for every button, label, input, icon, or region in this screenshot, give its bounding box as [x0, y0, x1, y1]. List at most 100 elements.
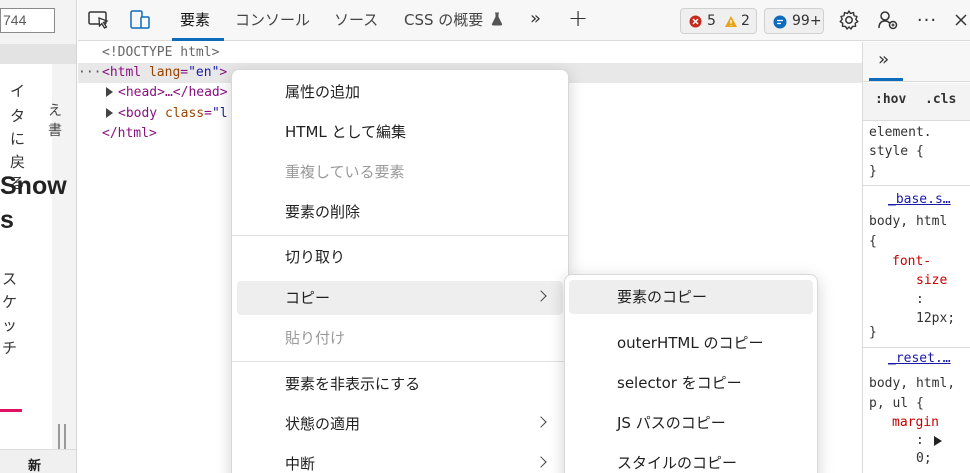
warning-count: 2: [741, 13, 750, 29]
hover-state-button[interactable]: :hov: [875, 92, 906, 107]
viewport-width-input[interactable]: 744: [0, 8, 55, 33]
page-text-char: 書: [48, 123, 62, 139]
rule-selector: body, html: [869, 214, 948, 229]
element-style-selector: style {: [869, 144, 924, 159]
rule-separator: [863, 347, 970, 348]
dom-node-html[interactable]: <html lang="en">: [102, 63, 227, 83]
submenu-item-copy-js-path[interactable]: JS パスのコピー: [569, 406, 813, 440]
message-icon: [773, 15, 787, 29]
dom-node-head[interactable]: <head>…</head>: [106, 83, 228, 103]
rule-open-brace: {: [869, 234, 877, 249]
page-text-char: え: [48, 103, 62, 119]
page-text-char: に: [10, 130, 26, 148]
page-header-band: [0, 44, 76, 64]
chevron-right-icon: [535, 290, 547, 302]
devtools-toolbar: 要素 コンソール ソース CSS の概要 » + 5 2 99+ ···: [78, 0, 970, 41]
chevron-right-icon: [535, 416, 547, 428]
styles-tabbar: »: [863, 42, 970, 82]
copy-submenu: 要素のコピー outerHTML のコピー selector をコピー JS パ…: [564, 274, 818, 473]
submenu-item-copy-selector[interactable]: selector をコピー: [569, 366, 813, 400]
submenu-item-copy-element[interactable]: 要素のコピー: [569, 280, 813, 314]
page-headline: s: [0, 206, 14, 234]
menu-item-force-state[interactable]: 状態の適用: [237, 407, 563, 441]
warning-icon: [725, 16, 737, 27]
stylesheet-link[interactable]: _base.s…: [888, 192, 951, 207]
menu-item-add-attribute[interactable]: 属性の追加: [237, 75, 563, 109]
css-property[interactable]: size: [916, 271, 947, 291]
connected-people-icon[interactable]: [876, 8, 900, 32]
submenu-item-copy-outerhtml[interactable]: outerHTML のコピー: [569, 326, 813, 360]
tab-console[interactable]: コンソール: [235, 0, 310, 41]
page-text-char: イ: [10, 82, 26, 100]
expand-triangle-icon[interactable]: [106, 87, 113, 97]
css-value[interactable]: 0;: [916, 449, 932, 469]
menu-separator: [232, 361, 568, 362]
add-tab-icon[interactable]: +: [568, 4, 588, 32]
page-text-char: ケ: [2, 293, 18, 311]
messages-counter[interactable]: 99+: [764, 8, 824, 34]
menu-item-copy-label: コピー: [285, 289, 331, 307]
rule-selector: p, ul {: [869, 396, 924, 411]
menu-item-break-on[interactable]: 中断: [237, 447, 563, 473]
element-style-close: }: [869, 164, 877, 179]
expand-triangle-icon[interactable]: [933, 436, 943, 446]
menu-item-delete-element[interactable]: 要素の削除: [237, 195, 563, 229]
styles-pane: » :hov .cls element. style { } _base.s… …: [862, 42, 970, 473]
styles-filter-bar: :hov .cls: [863, 83, 970, 121]
more-options-icon[interactable]: ···: [915, 8, 939, 32]
class-toggle-button[interactable]: .cls: [925, 92, 956, 107]
tab-elements[interactable]: 要素: [180, 0, 210, 41]
rule-separator: [863, 185, 970, 186]
tab-css-overview[interactable]: CSS の概要: [404, 0, 503, 41]
menu-item-copy[interactable]: コピー: [237, 281, 563, 315]
page-text-char: ス: [2, 270, 18, 288]
tab-css-overview-label: CSS の概要: [404, 11, 484, 29]
dom-node-html-close[interactable]: </html>: [102, 124, 157, 144]
css-colon: :: [916, 433, 924, 448]
web-page-viewport: 744 イ タ に 戻 る え 書 Snow s ス ケ ッ チ 新: [0, 0, 77, 473]
expand-triangle-icon[interactable]: [106, 108, 113, 118]
page-text-char: 戻: [10, 153, 26, 171]
tab-sources[interactable]: ソース: [334, 0, 378, 41]
page-footer-label: 新: [28, 459, 42, 473]
more-panes-icon[interactable]: »: [878, 49, 889, 70]
active-tab-indicator: [172, 38, 224, 41]
dom-doctype[interactable]: <!DOCTYPE html>: [102, 43, 219, 63]
rule-selector: body, html,: [869, 376, 956, 391]
accent-underline: [0, 409, 22, 412]
active-pane-indicator: [869, 78, 903, 81]
node-actions-dots[interactable]: ···: [78, 63, 101, 83]
menu-item-force-state-label: 状態の適用: [285, 415, 361, 433]
element-style-selector: element.: [869, 125, 932, 140]
error-icon: [689, 15, 702, 28]
page-content: [0, 64, 52, 449]
close-icon[interactable]: [949, 8, 970, 32]
settings-gear-icon[interactable]: [837, 8, 861, 32]
inspect-element-icon[interactable]: [87, 8, 111, 32]
menu-item-break-on-label: 中断: [285, 455, 316, 473]
page-headline: Snow: [0, 172, 67, 200]
rule-close-brace: }: [869, 325, 877, 340]
device-emulation-icon[interactable]: [128, 8, 152, 32]
chevron-right-icon: [535, 456, 547, 468]
stylesheet-link[interactable]: _reset.…: [888, 351, 951, 366]
css-property[interactable]: margin: [892, 413, 939, 433]
menu-item-duplicate-element: 重複している要素: [285, 163, 405, 181]
page-text-char: タ: [10, 107, 26, 125]
css-colon: :: [916, 292, 924, 307]
css-property[interactable]: font-: [892, 252, 931, 272]
error-count: 5: [707, 13, 716, 29]
context-menu: 属性の追加 HTML として編集 重複している要素 要素の削除 切り取り コピー…: [231, 69, 569, 473]
issues-counter[interactable]: 5 2: [680, 8, 757, 34]
flask-icon: [491, 12, 503, 26]
submenu-item-copy-styles[interactable]: スタイルのコピー: [569, 446, 813, 473]
menu-item-cut[interactable]: 切り取り: [237, 240, 563, 274]
page-text-char: チ: [2, 339, 18, 357]
css-value[interactable]: 12px;: [916, 309, 955, 329]
menu-item-hide-element[interactable]: 要素を非表示にする: [237, 367, 563, 401]
message-count: 99+: [792, 13, 822, 29]
more-tabs-icon[interactable]: »: [530, 8, 541, 29]
menu-item-paste: 貼り付け: [285, 329, 346, 347]
dom-node-body[interactable]: <body class="l: [106, 104, 228, 124]
menu-item-edit-as-html[interactable]: HTML として編集: [237, 115, 563, 149]
